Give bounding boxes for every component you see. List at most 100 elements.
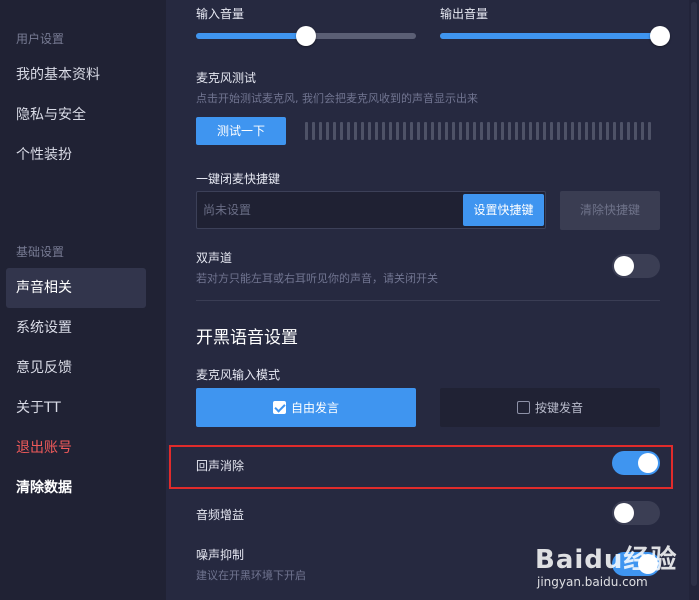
meter-bar bbox=[522, 122, 525, 140]
meter-bar bbox=[487, 122, 490, 140]
meter-bar bbox=[473, 122, 476, 140]
toggle-knob bbox=[614, 256, 634, 276]
mode-push-to-talk-label: 按键发音 bbox=[534, 401, 583, 415]
hotkey-field: 设置快捷键 bbox=[196, 191, 546, 229]
meter-bar bbox=[389, 122, 392, 140]
meter-bar bbox=[564, 122, 567, 140]
meter-bar bbox=[368, 122, 371, 140]
stereo-hint: 若对方只能左耳或右耳听见你的声音，请关闭开关 bbox=[196, 272, 438, 285]
meter-bar bbox=[515, 122, 518, 140]
meter-bar bbox=[333, 122, 336, 140]
meter-bar bbox=[424, 122, 427, 140]
meter-bar bbox=[508, 122, 511, 140]
sidebar-item-clear-data[interactable]: 清除数据 bbox=[6, 468, 146, 508]
hotkey-title: 一键闭麦快捷键 bbox=[196, 172, 281, 186]
meter-bar bbox=[403, 122, 406, 140]
meter-bar bbox=[312, 122, 315, 140]
output-volume-slider[interactable] bbox=[440, 26, 670, 46]
meter-bar bbox=[445, 122, 448, 140]
mic-mode-label: 麦克风输入模式 bbox=[196, 368, 281, 382]
meter-bar bbox=[529, 122, 532, 140]
meter-bar bbox=[620, 122, 623, 140]
meter-bar bbox=[396, 122, 399, 140]
meter-bar bbox=[550, 122, 553, 140]
meter-bar bbox=[648, 122, 651, 140]
sidebar-group-basic-settings: 基础设置 bbox=[16, 245, 65, 259]
watermark-logo: Baidu经验 bbox=[535, 545, 678, 575]
slider-fill bbox=[440, 33, 660, 39]
output-volume-label: 输出音量 bbox=[440, 7, 489, 21]
mic-test-hint: 点击开始测试麦克风, 我们会把麦克风收到的声音显示出来 bbox=[196, 92, 478, 105]
clear-hotkey-button[interactable]: 清除快捷键 bbox=[560, 191, 660, 230]
audio-gain-toggle[interactable] bbox=[612, 501, 660, 525]
meter-bar bbox=[347, 122, 350, 140]
noise-suppress-title: 噪声抑制 bbox=[196, 548, 245, 562]
hotkey-input[interactable] bbox=[203, 202, 453, 218]
meter-bar bbox=[431, 122, 434, 140]
meter-bar bbox=[326, 122, 329, 140]
meter-bar bbox=[578, 122, 581, 140]
baidu-jingyan-watermark: Baidu经验 jingyan.baidu.com bbox=[535, 535, 695, 600]
voice-settings-heading: 开黑语音设置 bbox=[196, 328, 298, 348]
meter-bar bbox=[627, 122, 630, 140]
audio-gain-title: 音频增益 bbox=[196, 508, 245, 522]
sidebar-item-about[interactable]: 关于TT bbox=[6, 388, 146, 428]
checkbox-checked-icon bbox=[272, 401, 286, 414]
meter-bar bbox=[375, 122, 378, 140]
meter-bar bbox=[501, 122, 504, 140]
section-divider bbox=[196, 300, 660, 301]
sidebar-group-user-settings: 用户设置 bbox=[16, 32, 65, 46]
meter-bar bbox=[634, 122, 637, 140]
input-volume-label: 输入音量 bbox=[196, 7, 245, 21]
sidebar-item-logout[interactable]: 退出账号 bbox=[6, 428, 146, 468]
sidebar-item-sound[interactable]: 声音相关 bbox=[6, 268, 146, 308]
echo-cancel-highlight-box bbox=[169, 445, 673, 489]
meter-bar bbox=[494, 122, 497, 140]
watermark-url: jingyan.baidu.com bbox=[537, 575, 648, 589]
slider-knob[interactable] bbox=[296, 26, 316, 46]
meter-bar bbox=[480, 122, 483, 140]
meter-bar bbox=[536, 122, 539, 140]
sidebar-item-privacy[interactable]: 隐私与安全 bbox=[6, 95, 146, 135]
meter-bar bbox=[410, 122, 413, 140]
meter-bar bbox=[438, 122, 441, 140]
meter-bar bbox=[641, 122, 644, 140]
input-volume-slider[interactable] bbox=[196, 26, 416, 46]
settings-panel: 输入音量 输出音量 麦克风测试 点击开始测试麦克风, 我们会把麦克风收到的声音显… bbox=[166, 0, 699, 600]
meter-bar bbox=[466, 122, 469, 140]
meter-bar bbox=[354, 122, 357, 140]
meter-bar bbox=[417, 122, 420, 140]
slider-fill bbox=[196, 33, 306, 39]
meter-bar bbox=[606, 122, 609, 140]
meter-bar bbox=[557, 122, 560, 140]
meter-bar bbox=[452, 122, 455, 140]
sidebar: 用户设置 我的基本资料 隐私与安全 个性装扮 基础设置 声音相关 系统设置 意见… bbox=[0, 0, 166, 600]
meter-bar bbox=[361, 122, 364, 140]
scrollbar[interactable] bbox=[689, 0, 699, 600]
meter-bar bbox=[585, 122, 588, 140]
meter-bar bbox=[305, 122, 308, 140]
sidebar-item-dressup[interactable]: 个性装扮 bbox=[6, 135, 146, 175]
sidebar-item-feedback[interactable]: 意见反馈 bbox=[6, 348, 146, 388]
noise-suppress-hint: 建议在开黑环境下开启 bbox=[196, 569, 306, 582]
mic-test-button[interactable]: 测试一下 bbox=[196, 117, 286, 145]
set-hotkey-button[interactable]: 设置快捷键 bbox=[463, 194, 544, 226]
meter-bar bbox=[319, 122, 322, 140]
slider-knob[interactable] bbox=[650, 26, 670, 46]
meter-bar bbox=[599, 122, 602, 140]
meter-bar bbox=[571, 122, 574, 140]
mode-free-talk-label: 自由发言 bbox=[290, 401, 339, 415]
meter-bar bbox=[592, 122, 595, 140]
scrollbar-thumb[interactable] bbox=[691, 2, 697, 586]
mic-test-title: 麦克风测试 bbox=[196, 71, 257, 85]
stereo-toggle[interactable] bbox=[612, 254, 660, 278]
stereo-title: 双声道 bbox=[196, 251, 233, 265]
checkbox-unchecked-icon bbox=[516, 401, 530, 414]
sidebar-item-profile[interactable]: 我的基本资料 bbox=[6, 55, 146, 95]
mode-push-to-talk-button[interactable]: 按键发音 bbox=[440, 388, 660, 427]
mode-free-talk-button[interactable]: 自由发言 bbox=[196, 388, 416, 427]
meter-bar bbox=[613, 122, 616, 140]
mic-level-meter bbox=[305, 122, 655, 140]
sidebar-item-system[interactable]: 系统设置 bbox=[6, 308, 146, 348]
meter-bar bbox=[340, 122, 343, 140]
